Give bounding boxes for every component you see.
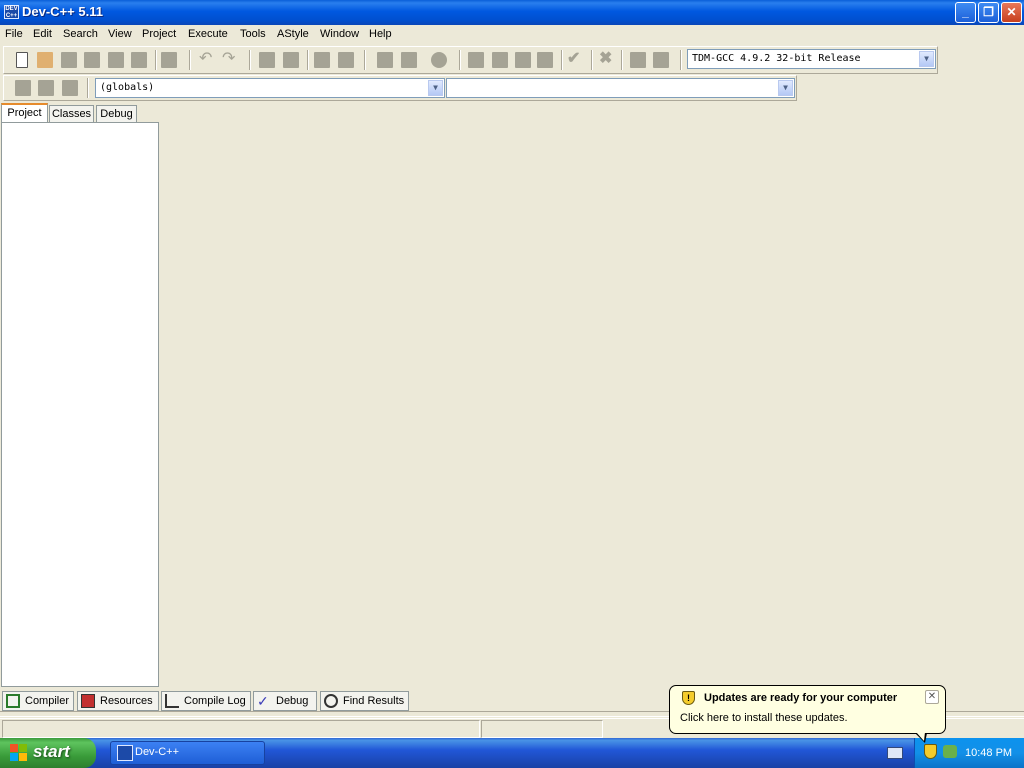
toggle-bookmark-icon[interactable] [314,52,330,68]
redo-icon[interactable]: ↷ [222,51,238,68]
goto-bookmark-icon[interactable] [338,52,354,68]
minimize-button[interactable]: _ [955,2,976,23]
tab-compile-log[interactable]: Compile Log [161,691,251,711]
tab-compiler[interactable]: Compiler [2,691,74,711]
start-label: start [33,742,70,761]
find-icon[interactable] [377,52,393,68]
balloon-tail-fill [916,732,925,741]
new-class-icon[interactable] [15,80,31,96]
menu-tools[interactable]: Tools [240,28,266,40]
delete-profile-icon[interactable] [653,52,669,68]
compiler-select-value: TDM-GCC 4.9.2 32-bit Release [692,53,861,64]
bar-chart-icon [165,694,179,708]
taskbar-item-devcpp[interactable] [110,741,265,765]
print-icon[interactable] [161,52,177,68]
rebuild-all-icon[interactable] [537,52,553,68]
menu-help[interactable]: Help [369,28,392,40]
menu-window[interactable]: Window [320,28,359,40]
member-select[interactable]: ▼ [446,78,795,98]
replace-icon[interactable] [401,52,417,68]
new-file-icon[interactable] [16,52,28,68]
close-button[interactable]: ✕ [1001,2,1022,23]
profile-icon[interactable] [630,52,646,68]
save-icon[interactable] [61,52,77,68]
checkmark-icon: ✓ [257,693,269,709]
balloon-body[interactable]: Click here to install these updates. [680,712,848,724]
tab-resources-label: Resources [100,695,153,707]
tab-classes[interactable]: Classes [49,105,94,123]
menu-edit[interactable]: Edit [33,28,52,40]
menu-execute[interactable]: Execute [188,28,228,40]
menu-astyle[interactable]: AStyle [277,28,309,40]
magnifier-icon [324,694,338,708]
chevron-down-icon[interactable]: ▼ [778,80,793,96]
windows-logo-icon [10,744,28,762]
status-panel-1 [2,720,480,738]
save-all-icon[interactable] [84,52,100,68]
undo-icon[interactable]: ↶ [199,51,215,68]
class-toolbar: (globals) ▼ ▼ [3,75,797,101]
indent-icon[interactable] [259,52,275,68]
keyboard-icon[interactable] [887,747,903,759]
status-panel-2 [481,720,603,738]
taskbar-item-label: Dev-C++ [135,746,180,758]
project-tree-panel[interactable] [1,122,159,687]
run-icon[interactable] [492,52,508,68]
app-icon: DEV C++ [4,5,19,19]
title-bar[interactable] [0,0,1024,25]
tab-compile-log-label: Compile Log [184,695,246,707]
insert-icon[interactable] [38,80,54,96]
menu-view[interactable]: View [108,28,132,40]
class-select-value: (globals) [100,82,155,93]
window-title: Dev-C++ 5.11 [22,4,103,19]
tab-debug-bottom[interactable]: ✓ Debug [253,691,317,711]
compiler-icon [6,694,20,708]
stop-execution-icon[interactable]: ✖ [599,51,615,68]
chevron-down-icon[interactable]: ▼ [919,51,934,67]
close-all-icon[interactable] [131,52,147,68]
resources-icon [81,694,95,708]
syntax-check-icon[interactable]: ✔ [567,51,583,68]
compiler-select[interactable]: TDM-GCC 4.9.2 32-bit Release ▼ [687,49,936,69]
toggle-icon[interactable] [62,80,78,96]
balloon-title: Updates are ready for your computer [704,692,898,704]
tab-find-results-label: Find Results [343,695,405,707]
shield-icon: ! [682,691,695,705]
restore-button[interactable]: ❐ [978,2,999,23]
menu-search[interactable]: Search [63,28,98,40]
goto-line-icon[interactable] [431,52,447,68]
chevron-down-icon[interactable]: ▼ [428,80,443,96]
compile-icon[interactable] [468,52,484,68]
open-file-icon[interactable] [37,52,53,68]
close-file-icon[interactable] [108,52,124,68]
tab-resources[interactable]: Resources [77,691,159,711]
tab-debug-label: Debug [276,695,309,707]
menu-bar: File Edit Search View Project Execute To… [0,25,1024,45]
clock: 10:48 PM [965,747,1013,759]
menu-file[interactable]: File [5,28,23,40]
network-icon[interactable] [943,745,957,758]
devcpp-icon [117,745,133,761]
class-select[interactable]: (globals) ▼ [95,78,445,98]
menu-project[interactable]: Project [142,28,176,40]
tab-project[interactable]: Project [1,103,48,123]
unindent-icon[interactable] [283,52,299,68]
tab-find-results[interactable]: Find Results [320,691,409,711]
security-shield-icon[interactable] [924,744,937,759]
tab-debug[interactable]: Debug [96,105,137,123]
balloon-close-icon[interactable]: ✕ [925,690,939,704]
main-toolbar: ↶ ↷ ✔ ✖ TDM-GCC 4.9.2 32-bit Release ▼ [3,46,938,74]
tab-compiler-label: Compiler [25,695,70,707]
compile-run-icon[interactable] [515,52,531,68]
